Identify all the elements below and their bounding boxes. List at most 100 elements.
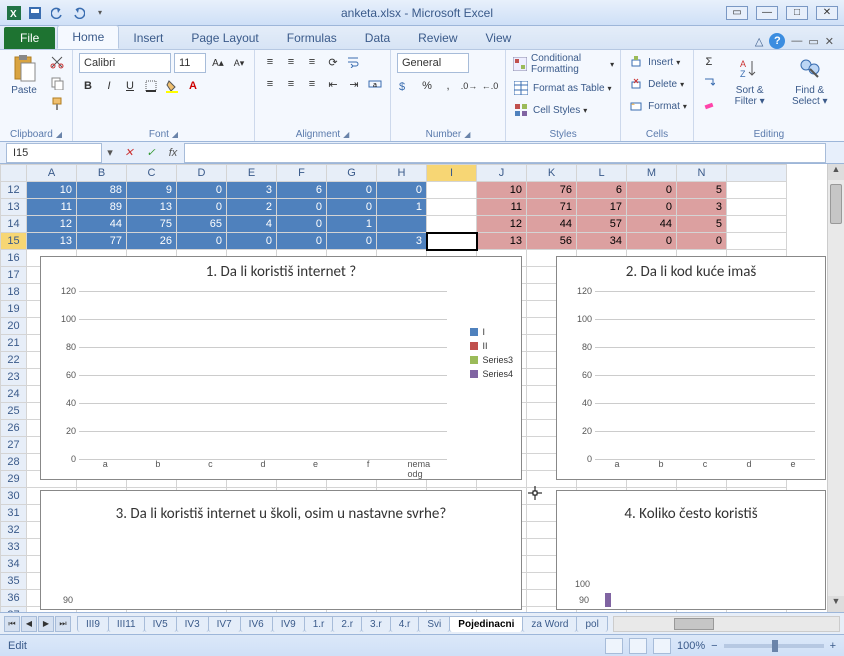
col-header-F[interactable]: F bbox=[277, 165, 327, 182]
col-header-M[interactable]: M bbox=[627, 165, 677, 182]
cell[interactable]: 44 bbox=[627, 216, 677, 233]
sheet-tab-Svi[interactable]: Svi bbox=[418, 616, 450, 632]
cell[interactable]: 0 bbox=[177, 182, 227, 199]
col-header-C[interactable]: C bbox=[127, 165, 177, 182]
cell[interactable]: 76 bbox=[527, 182, 577, 199]
sheet-tab-IV9[interactable]: IV9 bbox=[272, 616, 305, 632]
col-header-J[interactable]: J bbox=[477, 165, 527, 182]
paste-button[interactable]: Paste bbox=[6, 53, 42, 98]
sort-filter-button[interactable]: AZ Sort & Filter ▾ bbox=[724, 53, 776, 109]
save-icon[interactable] bbox=[26, 4, 44, 22]
find-select-button[interactable]: Find & Select ▾ bbox=[782, 53, 838, 109]
tab-data[interactable]: Data bbox=[351, 27, 404, 49]
cell[interactable] bbox=[427, 216, 477, 233]
chart-3[interactable]: 3. Da li koristiš internet u školi, osim… bbox=[40, 490, 522, 610]
align-middle-icon[interactable]: ≡ bbox=[282, 53, 300, 71]
conditional-formatting-button[interactable]: Conditional Formatting▾ bbox=[512, 53, 614, 75]
vertical-scrollbar[interactable]: ▲ ▼ bbox=[827, 164, 844, 612]
row-header-36[interactable]: 36 bbox=[1, 590, 27, 607]
cell[interactable]: 44 bbox=[527, 216, 577, 233]
cell[interactable]: 3 bbox=[377, 233, 427, 250]
tab-home[interactable]: Home bbox=[57, 25, 119, 49]
cell[interactable]: 17 bbox=[577, 199, 627, 216]
percent-format-icon[interactable]: % bbox=[418, 77, 436, 95]
cell[interactable]: 10 bbox=[477, 182, 527, 199]
increase-font-icon[interactable]: A▴ bbox=[209, 54, 227, 72]
chart-2[interactable]: 2. Da li kod kuće imaš 020406080100120 a… bbox=[556, 256, 826, 480]
autosum-icon[interactable]: Σ bbox=[700, 53, 718, 71]
underline-icon[interactable]: U bbox=[121, 77, 139, 95]
sheet-tab-4.r[interactable]: 4.r bbox=[390, 616, 420, 632]
redo-icon[interactable] bbox=[70, 4, 88, 22]
cell[interactable]: 57 bbox=[577, 216, 627, 233]
file-tab[interactable]: File bbox=[4, 27, 55, 49]
page-layout-view-icon[interactable] bbox=[629, 638, 647, 654]
select-all-cell[interactable] bbox=[1, 165, 27, 182]
cell[interactable]: 75 bbox=[127, 216, 177, 233]
fill-color-icon[interactable] bbox=[163, 77, 181, 95]
align-top-icon[interactable]: ≡ bbox=[261, 53, 279, 71]
minimize-button[interactable]: — bbox=[756, 6, 778, 20]
col-header-D[interactable]: D bbox=[177, 165, 227, 182]
col-header-I[interactable]: I bbox=[427, 165, 477, 182]
cell[interactable]: 6 bbox=[577, 182, 627, 199]
row-header-33[interactable]: 33 bbox=[1, 539, 27, 556]
border-icon[interactable] bbox=[142, 77, 160, 95]
comma-format-icon[interactable]: , bbox=[439, 77, 457, 95]
sheet-nav-prev-icon[interactable]: ◀ bbox=[21, 616, 37, 632]
sheet-tab-III9[interactable]: III9 bbox=[77, 616, 109, 632]
wrap-text-icon[interactable] bbox=[345, 53, 363, 71]
row-header-32[interactable]: 32 bbox=[1, 522, 27, 539]
col-header-H[interactable]: H bbox=[377, 165, 427, 182]
cell[interactable]: 12 bbox=[27, 216, 77, 233]
cell[interactable]: 6 bbox=[277, 182, 327, 199]
align-bottom-icon[interactable]: ≡ bbox=[303, 53, 321, 71]
align-center-icon[interactable]: ≡ bbox=[282, 75, 300, 93]
cell[interactable]: 0 bbox=[327, 233, 377, 250]
tab-view[interactable]: View bbox=[472, 27, 526, 49]
fx-icon[interactable]: fx bbox=[164, 147, 182, 159]
row-header-14[interactable]: 14 bbox=[1, 216, 27, 233]
enter-icon[interactable]: ✓ bbox=[142, 146, 160, 159]
cell[interactable]: 10 bbox=[27, 182, 77, 199]
cell[interactable]: 1 bbox=[377, 199, 427, 216]
cell[interactable]: 13 bbox=[27, 233, 77, 250]
chart-4[interactable]: 4. Koliko često koristiš 100 90 bbox=[556, 490, 826, 610]
cell[interactable]: 0 bbox=[677, 233, 727, 250]
zoom-in-icon[interactable]: + bbox=[830, 640, 836, 652]
sheet-nav-first-icon[interactable]: ⏮ bbox=[4, 616, 20, 632]
cell[interactable]: 3 bbox=[677, 199, 727, 216]
tab-insert[interactable]: Insert bbox=[119, 27, 177, 49]
scroll-thumb[interactable] bbox=[830, 184, 842, 224]
normal-view-icon[interactable] bbox=[605, 638, 623, 654]
cell[interactable]: 5 bbox=[677, 216, 727, 233]
cell[interactable]: 77 bbox=[77, 233, 127, 250]
cell[interactable]: 56 bbox=[527, 233, 577, 250]
cell[interactable]: 13 bbox=[477, 233, 527, 250]
row-header-37[interactable]: 37 bbox=[1, 607, 27, 613]
align-left-icon[interactable]: ≡ bbox=[261, 75, 279, 93]
decrease-decimal-icon[interactable]: ←.0 bbox=[481, 77, 499, 95]
chart-1[interactable]: 1. Da li koristiš internet ? 02040608010… bbox=[40, 256, 522, 480]
namebox-dropdown-icon[interactable]: ▾ bbox=[102, 146, 118, 159]
copy-icon[interactable] bbox=[48, 74, 66, 92]
sheet-tab-IV6[interactable]: IV6 bbox=[240, 616, 273, 632]
cell[interactable]: 0 bbox=[277, 233, 327, 250]
font-size-select[interactable]: 11 bbox=[174, 53, 206, 73]
sheet-tab-pol[interactable]: pol bbox=[576, 616, 607, 632]
decrease-font-icon[interactable]: A▾ bbox=[230, 54, 248, 72]
dialog-launcher-icon[interactable]: ◢ bbox=[464, 130, 470, 139]
orientation-icon[interactable]: ⟳ bbox=[324, 53, 342, 71]
cell[interactable] bbox=[377, 216, 427, 233]
zoom-level[interactable]: 100% bbox=[677, 640, 705, 652]
row-header-15[interactable]: 15 bbox=[1, 233, 27, 250]
formula-bar[interactable] bbox=[184, 143, 826, 163]
cell[interactable] bbox=[427, 233, 477, 250]
cell[interactable]: 44 bbox=[77, 216, 127, 233]
sheet-tab-IV3[interactable]: IV3 bbox=[176, 616, 209, 632]
cell[interactable]: 71 bbox=[527, 199, 577, 216]
workbook-minimize-button[interactable]: — bbox=[791, 35, 802, 47]
tab-review[interactable]: Review bbox=[404, 27, 471, 49]
cell[interactable]: 0 bbox=[277, 199, 327, 216]
cell[interactable]: 65 bbox=[177, 216, 227, 233]
